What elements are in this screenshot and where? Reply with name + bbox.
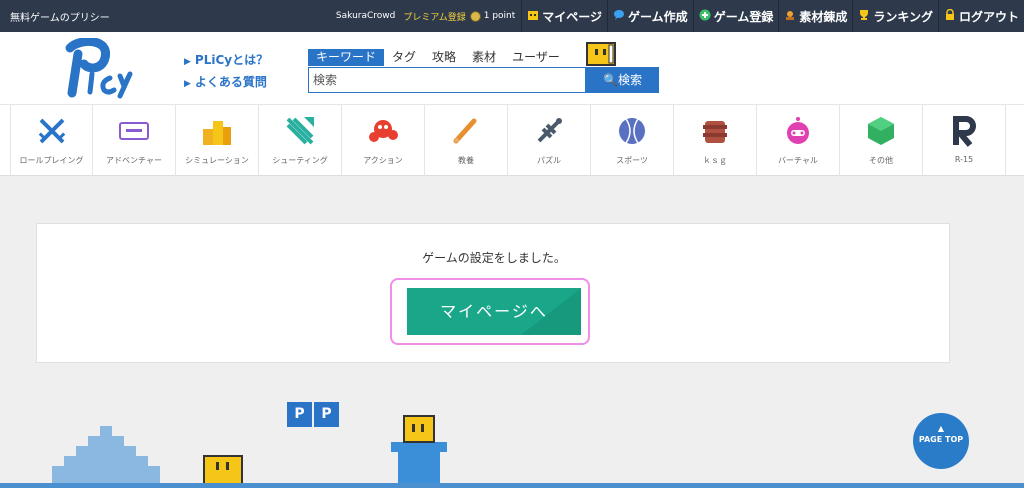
tab-keyword[interactable]: キーワード [308,49,385,66]
tab-tag[interactable]: タグ [384,49,424,66]
nav-game-create[interactable]: ゲーム作成 [607,0,693,32]
robot-icon [787,117,809,144]
category-label: シューティング [272,156,328,165]
button-highlight-ring: マイページへ [390,278,590,345]
category-label: ロールプレイング [19,156,84,165]
nav-logout-label: ログアウト [958,9,1019,24]
about-links: ▶ PLiCyとは？ ▶ よくある質問 [184,50,268,94]
p-block: P [314,402,339,427]
tab-material[interactable]: 素材 [464,49,504,66]
category-label: スポーツ [616,156,648,165]
top-bar: 無料ゲームのプリシー SakuraCrowd プレミアム登録 1 point マ… [0,0,1024,32]
pixel-scenery [52,415,447,485]
ticket-icon [119,122,149,140]
nav-ranking[interactable]: ランキング [852,0,938,32]
category-shooting[interactable]: シューティング [259,105,342,177]
category-adventure[interactable]: アドベンチャー [93,105,176,177]
category-education[interactable]: 教養 [425,105,508,177]
category-label: その他 [869,156,893,165]
category-ksg[interactable]: ｋｓｇ [674,105,757,177]
buildings-icon [203,121,231,145]
ksg-icon [703,121,727,143]
category-label: 教養 [458,156,474,165]
coin-icon [469,10,481,22]
nav-material-craft-label: 素材錬成 [799,9,848,24]
category-virtual[interactable]: バーチャル [757,105,840,177]
nav-material-craft[interactable]: 素材錬成 [778,0,852,32]
result-card: ゲームの設定をしました。 マイページへ [36,223,950,363]
category-label: パズル [537,156,561,165]
page-top-button[interactable]: ▲ PAGE TOP [913,413,969,469]
jet-icon [286,117,314,145]
pencil-icon [453,118,477,144]
nav-game-register[interactable]: ゲーム登録 [692,0,779,32]
faq-link[interactable]: ▶ よくある質問 [184,72,268,94]
plicy-logo[interactable] [50,36,150,100]
site-header: ▶ PLiCyとは？ ▶ よくある質問 キーワード タグ 攻略 素材 ユーザー 検索… [0,32,1024,104]
premium-register-link[interactable]: プレミアム登録 [403,10,465,23]
category-action[interactable]: アクション [342,105,425,177]
about-plicy-link[interactable]: ▶ PLiCyとは？ [184,50,268,72]
category-other[interactable]: その他 [840,105,923,177]
action-blob-icon [369,120,398,142]
ground-line [0,483,1024,488]
faq-label: よくある質問 [194,75,267,89]
arrow-up-icon: ▲ [937,424,945,433]
page-top-label: PAGE TOP [918,435,964,444]
trophy-icon [858,9,870,24]
category-r15[interactable]: R-15 [923,105,1006,177]
category-label: ｋｓｇ [703,156,727,165]
search-input[interactable]: 検索 [308,67,586,93]
puzzle-icon [537,118,562,143]
username[interactable]: SakuraCrowd [336,11,395,21]
category-puzzle[interactable]: パズル [508,105,591,177]
search-tabs: キーワード タグ 攻略 素材 ユーザー [308,49,568,66]
category-sports[interactable]: スポーツ [591,105,674,177]
speech-bubble-icon [613,9,625,24]
about-plicy-label: PLiCyとは？ [194,53,269,67]
top-nav: マイページ ゲーム作成 ゲーム登録 素材錬成 ランキング ログアウト [521,0,1024,32]
plus-circle-icon [699,9,711,24]
category-label: アクション [363,156,403,165]
nav-mypage-label: マイページ [542,9,603,24]
search-button-label: 検索 [617,73,642,87]
r-letter-icon [953,116,976,147]
p-block: P [287,402,312,427]
nav-logout[interactable]: ログアウト [937,0,1024,32]
gem-icon [868,117,894,145]
search-button[interactable]: 🔍検索 [586,67,659,93]
search-icon: 🔍 [603,73,618,87]
mypage-icon [527,9,539,24]
category-label: シミュレーション [185,156,249,165]
points-count: 1 point [483,11,516,21]
pp-blocks: P P [287,402,339,427]
category-label: R-15 [954,155,974,164]
tab-user[interactable]: ユーザー [504,49,568,66]
craft-icon [784,9,796,24]
category-bar: ロールプレイング アドベンチャー シミュレーション シューティング アクション … [0,104,1024,177]
nav-game-register-label: ゲーム登録 [713,9,774,24]
mascot-icon [203,455,243,485]
category-rpg[interactable]: ロールプレイング [10,105,93,177]
ball-icon [619,118,645,144]
mypage-button[interactable]: マイページへ [407,288,581,335]
result-message: ゲームの設定をしました。 [422,251,566,265]
mascot-icon [586,42,616,66]
lock-icon [944,8,956,24]
pixel-pyramid [52,426,160,484]
tab-strategy[interactable]: 攻略 [424,49,464,66]
category-label: アドベンチャー [106,156,162,165]
nav-ranking-label: ランキング [873,9,933,24]
category-simulation[interactable]: シミュレーション [176,105,259,177]
nav-game-create-label: ゲーム作成 [628,9,688,24]
nav-mypage[interactable]: マイページ [521,0,607,32]
category-label: バーチャル [778,156,818,165]
crossed-swords-icon [38,118,65,144]
pixel-pipe [391,415,447,484]
free-game-policy-link[interactable]: 無料ゲームのプリシー [0,9,336,24]
